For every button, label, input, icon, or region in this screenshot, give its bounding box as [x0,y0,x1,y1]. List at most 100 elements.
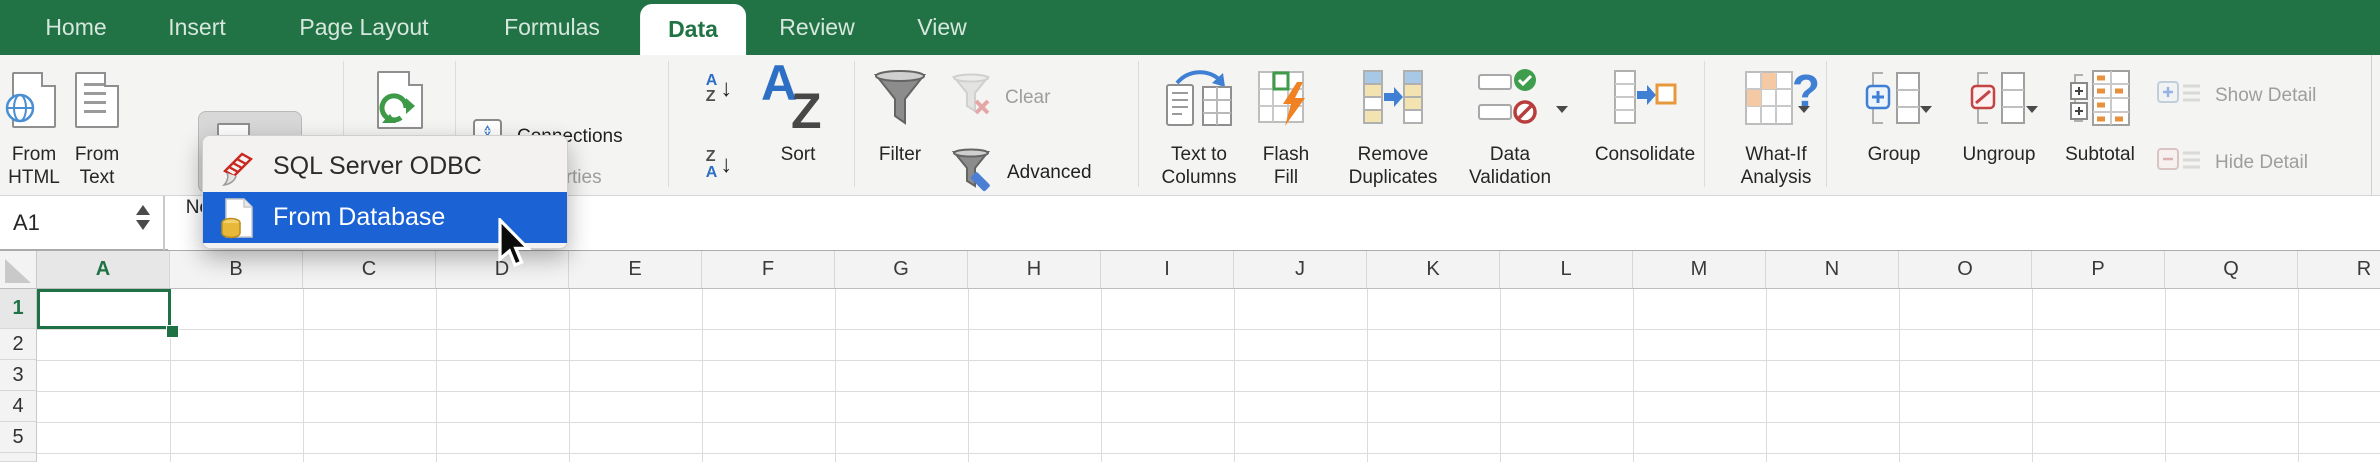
group-separator [668,61,669,187]
hide-detail-icon [2156,145,2202,181]
tab-insert[interactable]: Insert [162,0,232,55]
name-box-stepper[interactable] [136,205,150,230]
menu-item-label: SQL Server ODBC [273,152,482,181]
gridline-vertical [1899,289,1900,462]
row-header-partial[interactable] [0,453,37,462]
column-header-G[interactable]: G [835,251,968,288]
ungroup-chevron-down-icon[interactable] [2026,106,2038,113]
column-header-Q[interactable]: Q [2165,251,2298,288]
data-validation-chevron-down-icon[interactable] [1556,106,1568,113]
flash-fill-label: Flash Fill [1254,143,1318,189]
consolidate-button[interactable]: Consolidate [1592,58,1698,192]
row-header-3[interactable]: 3 [0,360,37,391]
menu-item-sql-server-odbc[interactable]: SQL Server ODBC [203,141,567,192]
what-if-analysis-button[interactable]: ? What-If Analysis [1730,58,1822,192]
show-detail-label: Show Detail [2215,85,2316,107]
text-to-columns-label: Text to Columns [1152,143,1246,189]
column-header-N[interactable]: N [1766,251,1899,288]
gridline-horizontal [37,453,2380,454]
what-if-analysis-icon: ? [1744,68,1808,133]
gridline-vertical [1367,289,1368,462]
show-detail-icon [2156,78,2202,114]
remove-duplicates-label: Remove Duplicates [1344,143,1442,189]
gridline-horizontal [37,422,2380,423]
tab-home[interactable]: Home [39,0,112,55]
data-validation-button[interactable]: Data Validation [1458,58,1562,192]
sort-a-glyph: A [706,165,718,181]
tab-formulas[interactable]: Formulas [498,0,606,55]
show-detail-button[interactable]: Show Detail [2156,78,2316,114]
flash-fill-button[interactable]: Flash Fill [1254,58,1318,192]
remove-duplicates-icon [1362,69,1424,132]
group-separator [1704,61,1705,187]
tab-page-layout[interactable]: Page Layout [293,0,434,55]
column-header-L[interactable]: L [1500,251,1633,288]
remove-duplicates-button[interactable]: Remove Duplicates [1344,58,1442,192]
gridline-vertical [303,289,304,462]
row-header-1[interactable]: 1 [0,289,37,329]
tab-view[interactable]: View [911,0,972,55]
column-header-E[interactable]: E [569,251,702,288]
sort-ascending-button[interactable]: AZ ↓ [698,70,740,108]
column-header-R[interactable]: R [2298,251,2380,288]
subtotal-button[interactable]: Subtotal [2054,58,2146,192]
hide-detail-button[interactable]: Hide Detail [2156,145,2308,181]
from-html-button[interactable]: From HTML [2,58,66,192]
fill-handle[interactable] [166,325,179,338]
group-icon [1865,69,1923,132]
text-to-columns-button[interactable]: Text to Columns [1152,58,1246,192]
row-header-5[interactable]: 5 [0,422,37,453]
gridline-vertical [1234,289,1235,462]
column-header-M[interactable]: M [1633,251,1766,288]
spreadsheet-grid[interactable]: ABCDEFGHIJKLMNOPQR 12345 [0,251,2380,462]
column-header-F[interactable]: F [702,251,835,288]
sql-server-icon [203,147,273,187]
ribbon-right-edge [2371,55,2372,195]
database-file-icon [203,197,273,239]
column-header-J[interactable]: J [1234,251,1367,288]
column-header-O[interactable]: O [1899,251,2032,288]
stepper-up-icon[interactable] [136,205,150,215]
name-box[interactable]: A1 [0,196,165,250]
sort-z-glyph: Z [706,89,718,105]
text-to-columns-icon [1165,69,1233,131]
sort-descending-button[interactable]: ZA ↓ [698,146,740,184]
refresh-icon [377,71,423,129]
column-header-B[interactable]: B [170,251,303,288]
row-header-2[interactable]: 2 [0,329,37,360]
from-text-label: From Text [66,143,128,189]
column-header-C[interactable]: C [303,251,436,288]
column-header-A[interactable]: A [37,251,170,288]
column-header-P[interactable]: P [2032,251,2165,288]
advanced-filter-label: Advanced [1007,162,1092,184]
flash-fill-icon [1257,68,1315,133]
tab-review[interactable]: Review [773,0,860,55]
gridline-vertical [1101,289,1102,462]
stepper-down-icon[interactable] [136,220,150,230]
filter-button[interactable]: Filter [864,58,936,192]
down-arrow-icon: ↓ [720,151,732,179]
sort-button[interactable]: A Z Sort [758,58,838,192]
column-header-I[interactable]: I [1101,251,1234,288]
select-all-triangle-icon [5,259,31,283]
clear-filter-button[interactable]: Clear [952,73,1050,123]
row-header-4[interactable]: 4 [0,391,37,422]
text-document-icon [75,72,119,128]
select-all-corner[interactable] [0,251,37,288]
group-button[interactable]: Group [1858,58,1930,192]
column-header-H[interactable]: H [968,251,1101,288]
gridline-vertical [1633,289,1634,462]
sort-z-glyph: Z [706,149,718,165]
advanced-filter-button[interactable]: Advanced [952,148,1092,198]
from-text-button[interactable]: From Text [66,58,128,192]
gridline-vertical [436,289,437,462]
globe-document-icon [12,72,56,128]
gridline-horizontal [37,391,2380,392]
gridline-horizontal [37,360,2380,361]
group-chevron-down-icon[interactable] [1920,106,1932,113]
tab-data[interactable]: Data [640,4,746,55]
data-validation-label: Data Validation [1458,143,1562,189]
ungroup-button[interactable]: Ungroup [1956,58,2042,192]
what-if-chevron-down-icon[interactable] [1798,106,1810,113]
column-header-K[interactable]: K [1367,251,1500,288]
